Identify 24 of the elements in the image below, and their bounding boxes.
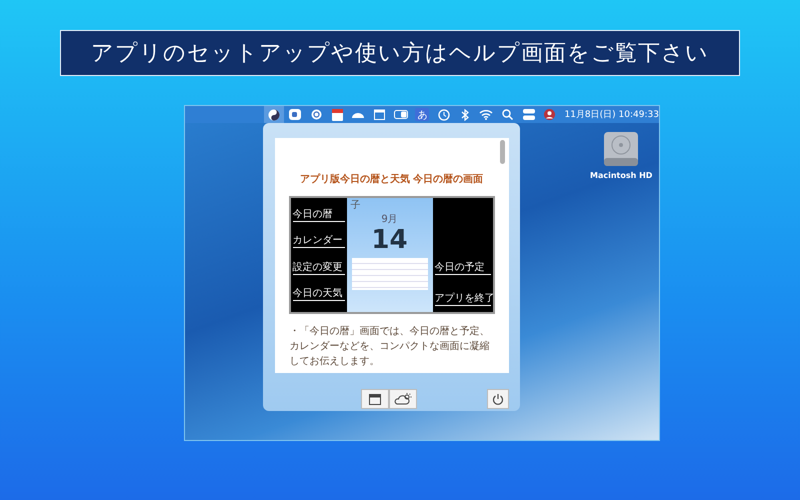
sun-cloud-icon (394, 392, 412, 406)
figure-label: 設定の変更 (292, 262, 344, 275)
menu-bar-clock[interactable]: 11月8日(日) 10:49:33 (564, 108, 659, 121)
input-method-icon[interactable]: あ (415, 108, 430, 121)
zodiac-text: 子 (350, 199, 360, 212)
figure-label: 今日の天気 (292, 288, 344, 302)
figure-label: 今日の暦 (292, 208, 344, 222)
figure-label: アプリを終了 (434, 293, 490, 306)
hard-drive-icon[interactable] (602, 131, 640, 167)
power-icon (492, 393, 504, 405)
weather-button[interactable] (388, 389, 416, 409)
scrollbar-thumb[interactable] (500, 140, 504, 164)
figure-label: 今日の予定 (434, 262, 490, 275)
figure-label: カレンダー (292, 235, 344, 248)
document-title: アプリ版今日の暦と天気 今日の暦の画面 (300, 172, 484, 186)
power-button[interactable] (486, 389, 508, 409)
calendar-button[interactable] (360, 389, 388, 409)
month-text: 9月 (381, 213, 398, 226)
document-paragraph: ・「今日の暦」画面では、今日の暦と予定、カレンダーなどを、コンパクトな画面に凝縮してお伝えします。 (290, 324, 490, 369)
banner-text: アプリのセットアップや使い方はヘルプ画面をご覧下さい (91, 40, 709, 68)
calendar-icon (368, 394, 380, 404)
drive-label[interactable]: Macintosh HD (590, 171, 652, 180)
day-number: 14 (371, 226, 408, 254)
yin-yang-icon[interactable] (264, 106, 284, 123)
